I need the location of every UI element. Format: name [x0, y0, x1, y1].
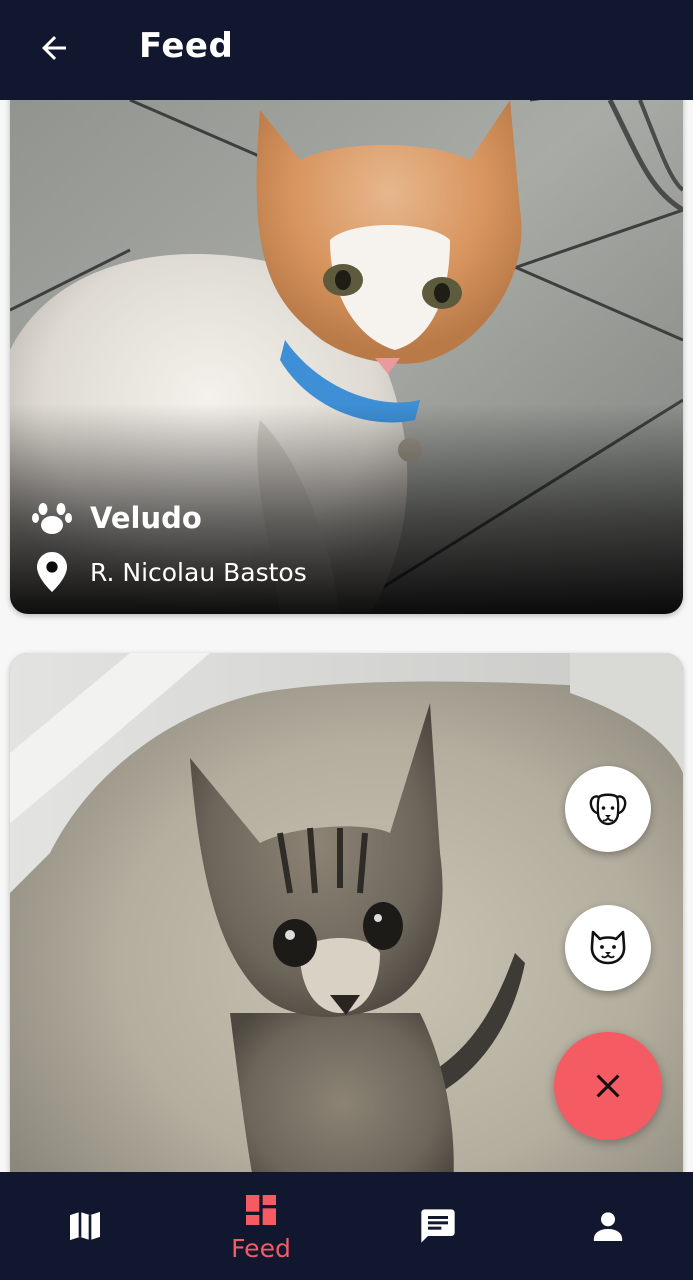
- paw-icon: [32, 498, 72, 538]
- pet-card[interactable]: Veludo R. Nicolau Bastos: [10, 100, 683, 614]
- close-filter-menu-button[interactable]: [554, 1032, 662, 1140]
- back-button[interactable]: [30, 24, 78, 72]
- chat-icon: [421, 1209, 455, 1243]
- nav-item-profile[interactable]: [548, 1172, 668, 1280]
- page-title: Feed: [139, 26, 234, 66]
- dog-face-icon: [589, 793, 627, 826]
- cat-face-icon: [590, 930, 626, 965]
- pet-name: Veludo: [90, 501, 202, 535]
- filter-cats-button[interactable]: [565, 905, 651, 991]
- pet-address: R. Nicolau Bastos: [90, 557, 307, 587]
- map-icon: [70, 1211, 100, 1241]
- feed-list[interactable]: Veludo R. Nicolau Bastos: [0, 100, 693, 1172]
- arrow-left-icon: [42, 36, 66, 60]
- location-pin-icon: [32, 552, 72, 592]
- person-icon: [593, 1212, 623, 1241]
- nav-item-map[interactable]: [25, 1172, 145, 1280]
- bottom-navigation: Feed: [0, 1172, 693, 1280]
- nav-item-feed[interactable]: Feed: [201, 1172, 321, 1280]
- close-icon: [596, 1074, 620, 1098]
- app-screen: Feed Veludo R. Nicolau Bastos Feed: [0, 0, 693, 1280]
- filter-dogs-button[interactable]: [565, 766, 651, 852]
- nav-label-feed: Feed: [231, 1233, 291, 1263]
- pet-name-row: Veludo: [32, 498, 202, 538]
- app-bar: Feed: [0, 0, 693, 100]
- pet-address-row: R. Nicolau Bastos: [32, 552, 307, 592]
- dashboard-icon: [246, 1194, 276, 1225]
- nav-item-chat[interactable]: [378, 1172, 498, 1280]
